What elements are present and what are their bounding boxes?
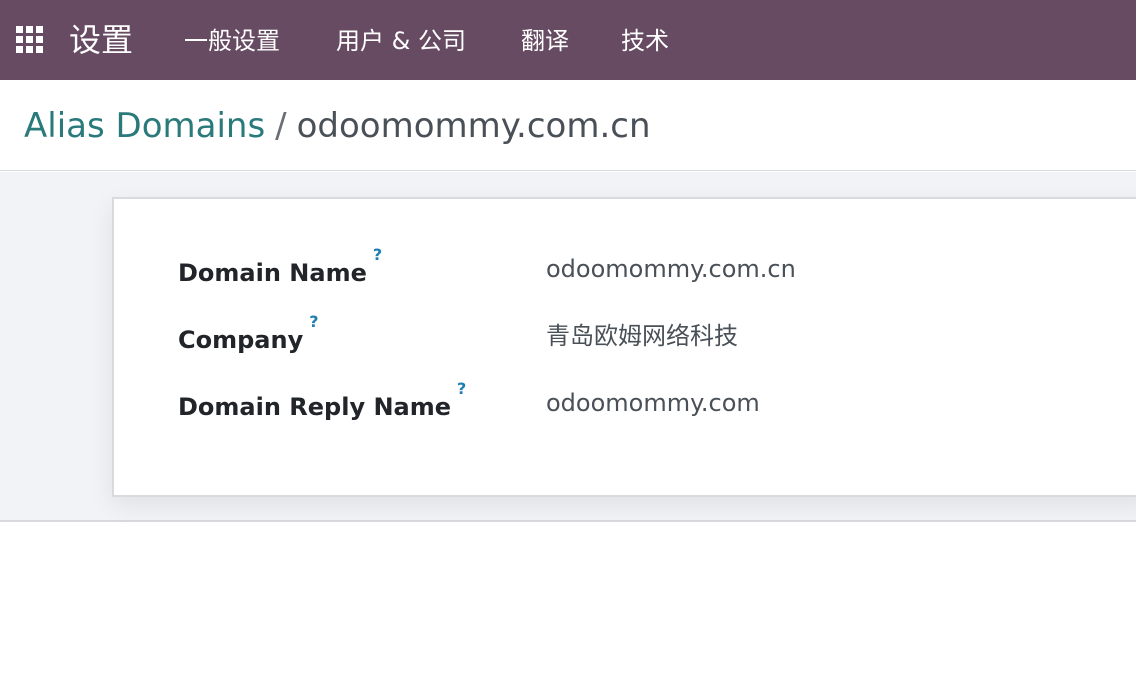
menu-users-companies[interactable]: 用户 & 公司 (336, 24, 466, 58)
help-tooltip-icon[interactable]: ? (457, 379, 466, 398)
grid-dot (16, 26, 23, 33)
menu-technical[interactable]: 技术 (621, 24, 669, 58)
help-tooltip-icon[interactable]: ? (373, 245, 382, 264)
grid-dot (36, 26, 43, 33)
app-name[interactable]: 设置 (69, 18, 133, 62)
breadcrumb-parent-link[interactable]: Alias Domains (24, 106, 265, 146)
grid-dot (26, 36, 33, 43)
field-label-text: Company (178, 326, 304, 354)
help-tooltip-icon[interactable]: ? (309, 312, 318, 331)
control-panel: Alias Domains / odoomommy.com.cn (0, 80, 1136, 171)
grid-dot (26, 46, 33, 53)
field-row-domain-reply-name: Domain Reply Name? odoomommy.com (178, 379, 1078, 423)
menu-general-settings[interactable]: 一般设置 (184, 24, 280, 58)
form-view-content: Domain Name? odoomommy.com.cn Company? 青… (0, 172, 1136, 522)
grid-dot (36, 46, 43, 53)
top-navbar: 设置 一般设置 用户 & 公司 翻译 技术 (0, 0, 1136, 80)
company-field[interactable]: 青岛欧姆网络科技 (546, 316, 738, 356)
breadcrumb-separator: / (275, 106, 287, 146)
field-label-domain-reply-name: Domain Reply Name? (178, 379, 466, 427)
field-row-domain-name: Domain Name? odoomommy.com.cn (178, 245, 1078, 289)
domain-reply-name-field[interactable]: odoomommy.com (546, 383, 760, 423)
field-label-company: Company? (178, 312, 319, 360)
field-label-text: Domain Reply Name (178, 393, 452, 421)
breadcrumb: Alias Domains / odoomommy.com.cn (24, 104, 651, 148)
breadcrumb-current: odoomommy.com.cn (296, 106, 651, 146)
menu-translations[interactable]: 翻译 (521, 24, 569, 58)
grid-dot (16, 36, 23, 43)
field-label-domain-name: Domain Name? (178, 245, 382, 293)
form-sheet: Domain Name? odoomommy.com.cn Company? 青… (112, 197, 1136, 497)
field-label-text: Domain Name (178, 259, 367, 287)
grid-icon[interactable] (16, 26, 44, 54)
domain-name-field[interactable]: odoomommy.com.cn (546, 249, 796, 289)
grid-dot (26, 26, 33, 33)
grid-dot (36, 36, 43, 43)
field-row-company: Company? 青岛欧姆网络科技 (178, 312, 1078, 356)
grid-dot (16, 46, 23, 53)
